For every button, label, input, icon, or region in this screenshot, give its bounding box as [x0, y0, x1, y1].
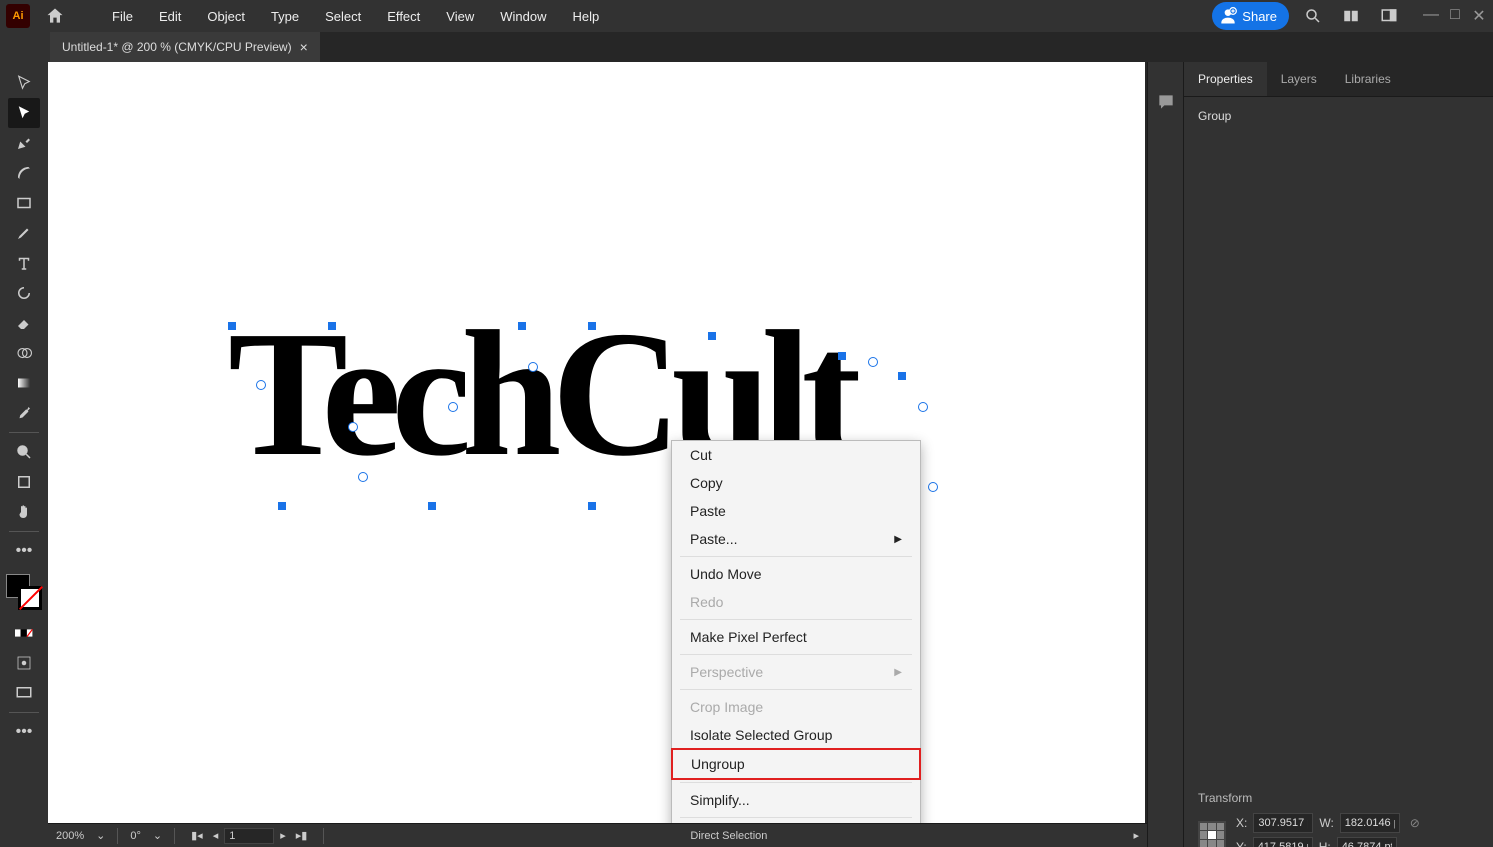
selection-type: Group — [1198, 109, 1479, 781]
reference-point[interactable] — [1198, 821, 1226, 847]
paintbrush-tool[interactable] — [8, 218, 40, 248]
h-label: H: — [1319, 840, 1331, 847]
minimize-button[interactable]: — — [1423, 6, 1439, 26]
share-button[interactable]: Share — [1212, 2, 1289, 30]
cm-undo[interactable]: Undo Move — [672, 560, 920, 588]
zoom-tool[interactable] — [8, 437, 40, 467]
menubar: Ai File Edit Object Type Select Effect V… — [0, 0, 1493, 32]
maximize-button[interactable]: □ — [1447, 6, 1463, 26]
draw-mode[interactable] — [8, 648, 40, 678]
menu-items: File Edit Object Type Select Effect View… — [100, 5, 611, 28]
y-label: Y: — [1236, 840, 1247, 847]
menu-window[interactable]: Window — [488, 5, 558, 28]
tools-panel: ••• ••• — [0, 62, 48, 847]
pager-prev-icon[interactable]: ◂ — [209, 829, 223, 842]
selection-tool[interactable] — [8, 68, 40, 98]
properties-panel: Properties Layers Libraries Group Transf… — [1183, 62, 1493, 847]
statusbar: 200% ⌄ 0° ⌄ ▮◂ ◂ ▸ ▸▮ Direct Selection ▸ — [48, 823, 1147, 847]
pager-first-icon[interactable]: ▮◂ — [187, 829, 207, 842]
home-icon[interactable] — [40, 1, 70, 31]
h-input[interactable] — [1337, 837, 1397, 847]
cm-crop: Crop Image — [672, 693, 920, 721]
cm-cut[interactable]: Cut — [672, 441, 920, 469]
menu-help[interactable]: Help — [560, 5, 611, 28]
more-tools[interactable]: ••• — [8, 717, 40, 747]
edit-toolbar[interactable]: ••• — [8, 536, 40, 566]
workspace-icon[interactable] — [1375, 2, 1403, 30]
pen-tool[interactable] — [8, 128, 40, 158]
cm-transform[interactable]: Transform▶ — [672, 821, 920, 823]
cm-paste-sub[interactable]: Paste...▶ — [672, 525, 920, 553]
x-input[interactable] — [1253, 813, 1313, 833]
rectangle-tool[interactable] — [8, 188, 40, 218]
arrange-docs-icon[interactable] — [1337, 2, 1365, 30]
menu-view[interactable]: View — [434, 5, 486, 28]
window-controls: — □ ✕ — [1423, 6, 1487, 26]
y-input[interactable] — [1253, 837, 1313, 847]
pager-last-icon[interactable]: ▸▮ — [292, 829, 312, 842]
shape-builder-tool[interactable] — [8, 338, 40, 368]
cm-ungroup[interactable]: Ungroup — [671, 748, 921, 780]
document-tab[interactable]: Untitled-1* @ 200 % (CMYK/CPU Preview) × — [50, 32, 320, 62]
cm-pixel-perfect[interactable]: Make Pixel Perfect — [672, 623, 920, 651]
cm-perspective: Perspective▶ — [672, 658, 920, 686]
eraser-tool[interactable] — [8, 308, 40, 338]
w-input[interactable] — [1340, 813, 1400, 833]
transform-title: Transform — [1198, 791, 1479, 805]
color-mode-icons[interactable] — [8, 618, 40, 648]
close-button[interactable]: ✕ — [1471, 6, 1487, 26]
app-icon: Ai — [6, 4, 30, 28]
canvas-wrap: TechCult Cut Copy Pas — [48, 62, 1147, 847]
menu-file[interactable]: File — [100, 5, 145, 28]
constrain-proportions-icon[interactable]: ⊘ — [1406, 816, 1424, 830]
tabbar: Untitled-1* @ 200 % (CMYK/CPU Preview) × — [50, 32, 1493, 62]
menu-type[interactable]: Type — [259, 5, 311, 28]
w-label: W: — [1319, 816, 1333, 830]
panel-tabs: Properties Layers Libraries — [1184, 62, 1493, 97]
share-label: Share — [1242, 9, 1277, 24]
tab-layers[interactable]: Layers — [1267, 62, 1331, 96]
search-icon[interactable] — [1299, 2, 1327, 30]
menu-effect[interactable]: Effect — [375, 5, 432, 28]
current-tool-label: Direct Selection — [336, 830, 1121, 842]
artboard-pager: ▮◂ ◂ ▸ ▸▮ — [187, 828, 311, 844]
cm-copy[interactable]: Copy — [672, 469, 920, 497]
eyedropper-tool[interactable] — [8, 398, 40, 428]
menu-edit[interactable]: Edit — [147, 5, 193, 28]
zoom-value[interactable]: 200% — [56, 830, 84, 842]
tab-title: Untitled-1* @ 200 % (CMYK/CPU Preview) — [62, 40, 292, 54]
menu-object[interactable]: Object — [195, 5, 257, 28]
cm-isolate[interactable]: Isolate Selected Group — [672, 721, 920, 749]
curvature-tool[interactable] — [8, 158, 40, 188]
menu-select[interactable]: Select — [313, 5, 373, 28]
tab-close-icon[interactable]: × — [300, 39, 308, 55]
right-collapsed-column — [1147, 62, 1183, 847]
tab-libraries[interactable]: Libraries — [1331, 62, 1405, 96]
pager-next-icon[interactable]: ▸ — [276, 829, 290, 842]
artboard-tool[interactable] — [8, 467, 40, 497]
rotation-value[interactable]: 0° — [130, 830, 141, 842]
hand-tool[interactable] — [8, 497, 40, 527]
pager-input[interactable] — [224, 828, 274, 844]
direct-selection-tool[interactable] — [8, 98, 40, 128]
gradient-tool[interactable] — [8, 368, 40, 398]
screen-mode[interactable] — [8, 678, 40, 708]
type-tool[interactable] — [8, 248, 40, 278]
zoom-dropdown-icon[interactable]: ⌄ — [96, 829, 105, 842]
rotation-dropdown-icon[interactable]: ⌄ — [153, 829, 162, 842]
cm-redo: Redo — [672, 588, 920, 616]
cm-paste[interactable]: Paste — [672, 497, 920, 525]
anchor-point[interactable] — [256, 380, 266, 390]
canvas[interactable]: TechCult Cut Copy Pas — [48, 62, 1145, 823]
context-menu: Cut Copy Paste Paste...▶ Undo Move Redo … — [671, 440, 921, 823]
cm-simplify[interactable]: Simplify... — [672, 786, 920, 814]
comments-icon[interactable] — [1156, 92, 1176, 117]
tab-properties[interactable]: Properties — [1184, 62, 1267, 96]
fill-stroke-swatch[interactable] — [6, 574, 42, 610]
rotate-tool[interactable] — [8, 278, 40, 308]
x-label: X: — [1236, 816, 1247, 830]
status-menu-icon[interactable]: ▸ — [1133, 829, 1139, 842]
